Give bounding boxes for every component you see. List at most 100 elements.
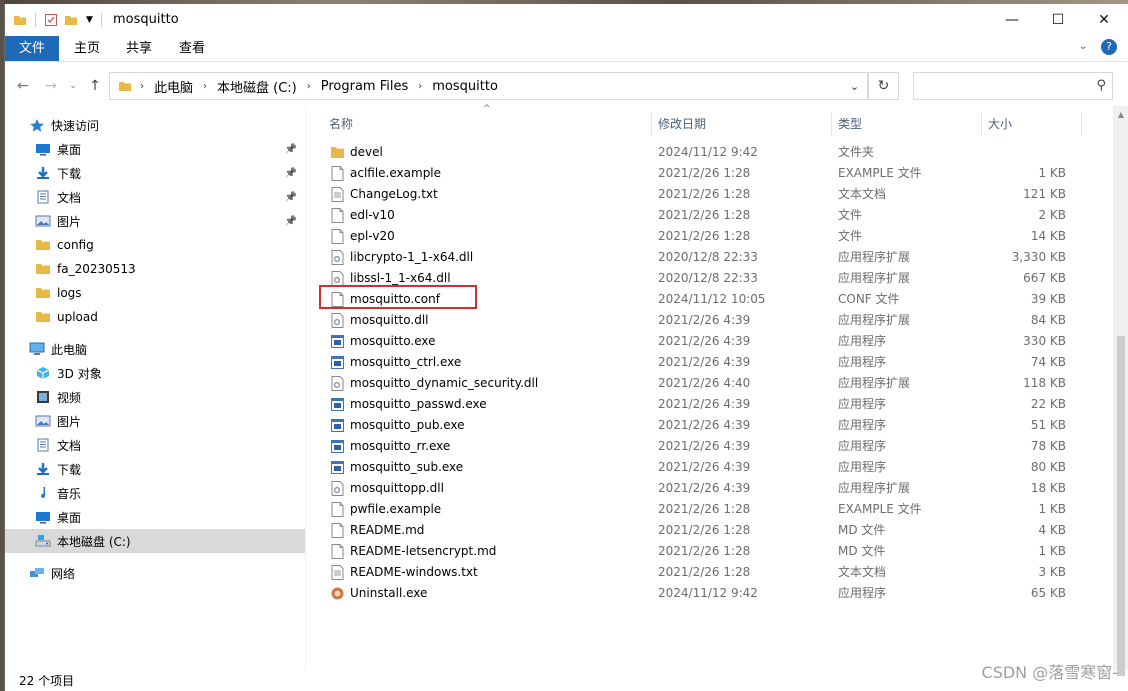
file-type: 文本文档 — [838, 187, 887, 201]
nav-item[interactable]: 音乐 — [5, 481, 305, 505]
maximize-button[interactable]: ☐ — [1035, 4, 1081, 36]
sort-ascending-icon: ^ — [483, 104, 491, 114]
search-icon: ⚲ — [1096, 78, 1106, 93]
properties-icon[interactable] — [44, 13, 58, 27]
nav-item[interactable]: upload — [5, 305, 305, 329]
file-row[interactable]: mosquittopp.dll 2021/2/26 4:39 应用程序扩展 18 KB — [313, 478, 1093, 499]
file-date: 2024/11/12 9:42 — [658, 586, 758, 600]
column-divider[interactable] — [651, 112, 652, 136]
nav-item-label: 视频 — [57, 390, 82, 405]
nav-item[interactable]: config — [5, 233, 305, 257]
breadcrumb-mosquitto[interactable]: mosquitto — [432, 79, 498, 94]
up-button[interactable]: ↑ — [85, 76, 105, 96]
tab-view[interactable]: 查看 — [168, 36, 216, 61]
nav-item[interactable]: 下载 — [5, 457, 305, 481]
arrow-left-icon: ← — [17, 78, 29, 94]
file-type: MD 文件 — [838, 523, 886, 537]
nav-item[interactable]: 快速访问 — [5, 113, 305, 137]
file-row[interactable]: epl-v20 2021/2/26 1:28 文件 14 KB — [313, 226, 1093, 247]
close-icon: ✕ — [1098, 12, 1110, 28]
desktop-icon — [36, 144, 50, 156]
nav-item[interactable]: 文档 📌 — [5, 185, 305, 209]
file-row[interactable]: libcrypto-1_1-x64.dll 2020/12/8 22:33 应用程序… — [313, 247, 1093, 268]
file-row[interactable]: mosquitto.exe 2021/2/26 4:39 应用程序 330 KB — [313, 331, 1093, 352]
nav-item[interactable]: 网络 — [5, 561, 305, 585]
customize-toolbar-icon[interactable]: ▼ — [86, 15, 93, 25]
nav-item[interactable]: 图片 — [5, 409, 305, 433]
file-row[interactable]: mosquitto.dll 2021/2/26 4:39 应用程序扩展 84 KB — [313, 310, 1093, 331]
nav-item[interactable]: 此电脑 — [5, 337, 305, 361]
back-button[interactable]: ← — [13, 76, 33, 96]
breadcrumb-program-files[interactable]: Program Files — [321, 79, 409, 94]
file-type: 应用程序 — [838, 355, 887, 369]
nav-item[interactable]: fa_20230513 — [5, 257, 305, 281]
column-divider[interactable] — [1081, 112, 1082, 136]
file-row[interactable]: mosquitto_passwd.exe 2021/2/26 4:39 应用程序 22… — [313, 394, 1093, 415]
help-icon[interactable]: ? — [1101, 39, 1117, 55]
nav-item[interactable]: 视频 — [5, 385, 305, 409]
vertical-scrollbar[interactable]: ▲ — [1113, 106, 1128, 676]
file-row[interactable]: README.md 2021/2/26 1:28 MD 文件 4 KB — [313, 520, 1093, 541]
file-date: 2021/2/26 1:28 — [658, 187, 751, 201]
nav-item[interactable]: 本地磁盘 (C:) — [5, 529, 305, 553]
file-size: 84 KB — [1030, 313, 1066, 327]
file-row[interactable]: pwfile.example 2021/2/26 1:28 EXAMPLE 文件 1 … — [313, 499, 1093, 520]
exe-icon — [331, 419, 344, 432]
file-row[interactable]: edl-v10 2021/2/26 1:28 文件 2 KB — [313, 205, 1093, 226]
nav-item[interactable]: 文档 — [5, 433, 305, 457]
new-folder-icon[interactable] — [64, 13, 78, 27]
file-size: 39 KB — [1030, 292, 1066, 306]
file-row[interactable]: mosquitto_ctrl.exe 2021/2/26 4:39 应用程序 74 K… — [313, 352, 1093, 373]
breadcrumb-local-disk[interactable]: 本地磁盘 (C:) — [217, 77, 297, 96]
address-bar[interactable]: › 此电脑 › 本地磁盘 (C:) › Program Files › mosq… — [109, 72, 869, 100]
file-row[interactable]: aclfile.example 2021/2/26 1:28 EXAMPLE 文件 1… — [313, 163, 1093, 184]
file-type: 应用程序 — [838, 439, 887, 453]
file-name: Uninstall.exe — [350, 586, 428, 600]
tab-home[interactable]: 主页 — [63, 36, 111, 61]
tab-share[interactable]: 共享 — [115, 36, 163, 61]
close-button[interactable]: ✕ — [1081, 4, 1127, 36]
file-date: 2020/12/8 22:33 — [658, 271, 758, 285]
file-row[interactable]: mosquitto_dynamic_security.dll 2021/2/26 … — [313, 373, 1093, 394]
column-divider[interactable] — [981, 112, 982, 136]
exe-icon — [331, 398, 344, 411]
scrollbar-thumb[interactable] — [1117, 336, 1125, 676]
nav-item[interactable]: 图片 📌 — [5, 209, 305, 233]
search-input[interactable]: ⚲ — [913, 72, 1113, 100]
pin-icon[interactable]: 📌 — [285, 168, 297, 179]
nav-item[interactable]: 桌面 📌 — [5, 137, 305, 161]
file-row[interactable]: mosquitto_sub.exe 2021/2/26 4:39 应用程序 80 KB — [313, 457, 1093, 478]
nav-item[interactable]: 桌面 — [5, 505, 305, 529]
file-date: 2024/11/12 10:05 — [658, 292, 766, 306]
pin-icon[interactable]: 📌 — [285, 216, 297, 227]
file-row[interactable]: README-windows.txt 2021/2/26 1:28 文本文档 3 KB — [313, 562, 1093, 583]
pin-icon[interactable]: 📌 — [285, 144, 297, 155]
refresh-icon: ↻ — [877, 78, 890, 94]
recent-locations-button[interactable]: ⌄ — [63, 76, 83, 96]
nav-item[interactable]: 下载 📌 — [5, 161, 305, 185]
nav-item[interactable]: logs — [5, 281, 305, 305]
file-row[interactable]: mosquitto_pub.exe 2021/2/26 4:39 应用程序 51 KB — [313, 415, 1093, 436]
breadcrumb-this-pc[interactable]: 此电脑 — [154, 77, 193, 96]
column-header-date[interactable]: 修改日期 — [658, 112, 706, 136]
refresh-button[interactable]: ↻ — [869, 72, 899, 100]
file-row[interactable]: mosquitto_rr.exe 2021/2/26 4:39 应用程序 78 KB — [313, 436, 1093, 457]
tab-file[interactable]: 文件 — [5, 36, 59, 61]
column-header-name[interactable]: 名称 — [329, 112, 353, 136]
nav-item[interactable]: 3D 对象 — [5, 361, 305, 385]
expand-ribbon-icon[interactable]: ⌄ — [1079, 41, 1087, 52]
address-history-button[interactable]: ⌄ — [842, 73, 868, 99]
column-header-type[interactable]: 类型 — [838, 112, 862, 136]
column-divider[interactable] — [831, 112, 832, 136]
forward-button[interactable]: → — [41, 76, 61, 96]
folder-icon — [36, 264, 50, 274]
column-header-size[interactable]: 大小 — [988, 112, 1012, 136]
pin-icon[interactable]: 📌 — [285, 192, 297, 203]
file-row[interactable]: README-letsencrypt.md 2021/2/26 1:28 MD 文件… — [313, 541, 1093, 562]
file-row[interactable]: devel 2024/11/12 9:42 文件夹 — [313, 142, 1093, 163]
pane-divider[interactable] — [305, 106, 306, 671]
scroll-up-icon[interactable]: ▲ — [1113, 106, 1128, 122]
minimize-button[interactable]: — — [989, 4, 1035, 36]
file-row[interactable]: Uninstall.exe 2024/11/12 9:42 应用程序 65 KB — [313, 583, 1093, 604]
file-row[interactable]: ChangeLog.txt 2021/2/26 1:28 文本文档 121 KB — [313, 184, 1093, 205]
